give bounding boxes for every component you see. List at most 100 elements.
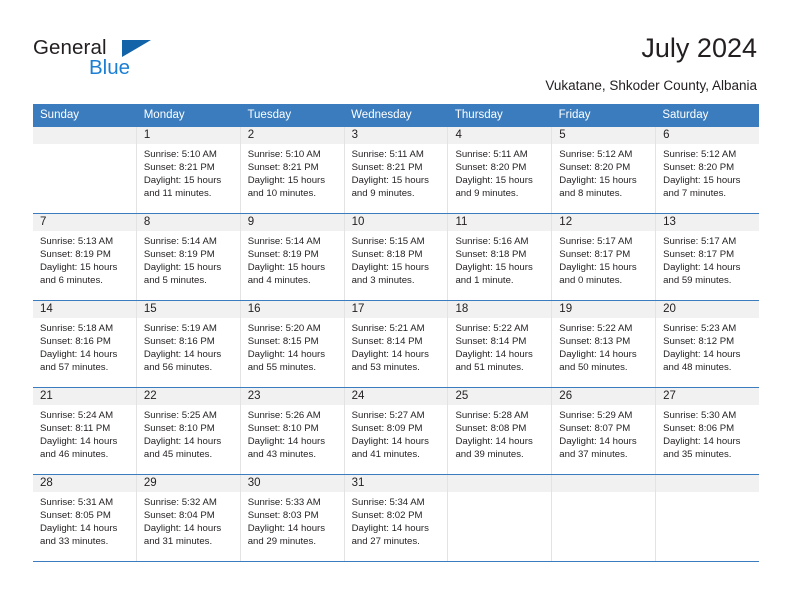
day-number: 16: [240, 301, 344, 318]
day-detail-line: Sunset: 8:17 PM: [663, 249, 735, 261]
day-number: 25: [448, 388, 552, 405]
day-detail-line: Sunrise: 5:31 AM: [40, 497, 114, 508]
calendar-day-cell-empty: [448, 475, 553, 561]
day-detail-line: Sunrise: 5:11 AM: [351, 149, 424, 160]
day-detail-line: Daylight: 15 hours: [247, 175, 326, 187]
day-detail-line: Sunrise: 5:14 AM: [247, 236, 321, 247]
day-details: Sunrise: 5:12 AM Sunset: 8:20 PM Daylight:…: [656, 144, 759, 200]
day-detail-line: and 0 minutes.: [559, 275, 623, 287]
weekday-header-tuesday: Tuesday: [247, 109, 292, 121]
day-number: 26: [552, 388, 656, 405]
logo-text-blue: Blue: [89, 56, 131, 79]
day-details: Sunrise: 5:17 AM Sunset: 8:17 PM Daylight:…: [552, 231, 655, 287]
calendar-day-cell[interactable]: 11 Sunrise: 5:16 AM Sunset: 8:18 PM Dayligh…: [448, 214, 553, 300]
blue-triangle-icon: [122, 40, 151, 57]
calendar-day-cell[interactable]: 4 Sunrise: 5:11 AM Sunset: 8:20 PM Daylight…: [448, 127, 553, 213]
day-details: Sunrise: 5:14 AM Sunset: 8:19 PM Daylight:…: [137, 231, 240, 287]
day-detail-line: Daylight: 15 hours: [40, 262, 118, 274]
day-details: Sunrise: 5:17 AM Sunset: 8:17 PM Daylight:…: [656, 231, 759, 287]
day-detail-line: Sunrise: 5:32 AM: [143, 497, 217, 508]
day-detail-line: Sunrise: 5:22 AM: [559, 323, 633, 334]
day-detail-line: Sunset: 8:14 PM: [455, 336, 527, 348]
day-detail-line: and 51 minutes.: [455, 362, 524, 374]
calendar-day-cell-empty: [552, 475, 657, 561]
calendar-day-cell[interactable]: 21 Sunrise: 5:24 AM Sunset: 8:11 PM Dayligh…: [33, 388, 137, 474]
calendar-day-cell[interactable]: 31 Sunrise: 5:34 AM Sunset: 8:02 PM Dayligh…: [344, 475, 449, 561]
calendar-day-cell[interactable]: 20 Sunrise: 5:23 AM Sunset: 8:12 PM Dayligh…: [656, 301, 760, 387]
day-detail-line: Sunset: 8:18 PM: [351, 249, 423, 261]
calendar-week-row: 7 Sunrise: 5:13 AM Sunset: 8:19 PM Daylight…: [33, 213, 760, 300]
day-detail-line: and 59 minutes.: [663, 275, 732, 287]
day-detail-line: Sunrise: 5:34 AM: [351, 497, 425, 508]
day-detail-line: Sunrise: 5:19 AM: [143, 323, 217, 334]
calendar-day-cell[interactable]: 15 Sunrise: 5:19 AM Sunset: 8:16 PM Dayligh…: [136, 301, 241, 387]
day-detail-line: Sunset: 8:19 PM: [247, 249, 319, 261]
day-detail-line: Sunset: 8:19 PM: [40, 249, 111, 261]
calendar-day-cell[interactable]: 1 Sunrise: 5:10 AM Sunset: 8:21 PM Daylight…: [136, 127, 241, 213]
day-detail-line: and 6 minutes.: [40, 275, 103, 287]
calendar-day-cell[interactable]: 7 Sunrise: 5:13 AM Sunset: 8:19 PM Daylight…: [33, 214, 137, 300]
page-title: July 2024: [641, 33, 757, 63]
day-detail-line: Daylight: 14 hours: [663, 349, 741, 361]
day-number: 8: [136, 214, 240, 231]
day-number: 27: [656, 388, 760, 405]
calendar-day-cell[interactable]: 5 Sunrise: 5:12 AM Sunset: 8:20 PM Daylight…: [552, 127, 657, 213]
calendar-day-cell[interactable]: 8 Sunrise: 5:14 AM Sunset: 8:19 PM Daylight…: [136, 214, 241, 300]
weekday-header-thursday: Thursday: [454, 109, 503, 121]
calendar-day-cell[interactable]: 10 Sunrise: 5:15 AM Sunset: 8:18 PM Dayligh…: [344, 214, 449, 300]
calendar-day-cell[interactable]: 17 Sunrise: 5:21 AM Sunset: 8:14 PM Dayligh…: [344, 301, 449, 387]
day-detail-line: Sunrise: 5:33 AM: [247, 497, 321, 508]
day-number: 2: [240, 127, 344, 144]
weekday-header-sunday: Sunday: [40, 109, 80, 121]
day-detail-line: Daylight: 15 hours: [143, 262, 222, 274]
calendar-day-cell[interactable]: 28 Sunrise: 5:31 AM Sunset: 8:05 PM Dayligh…: [33, 475, 137, 561]
calendar-day-cell[interactable]: 13 Sunrise: 5:17 AM Sunset: 8:17 PM Dayligh…: [656, 214, 760, 300]
calendar-day-cell[interactable]: 19 Sunrise: 5:22 AM Sunset: 8:13 PM Dayligh…: [552, 301, 657, 387]
day-detail-line: and 27 minutes.: [351, 536, 420, 548]
day-detail-line: Daylight: 14 hours: [559, 436, 637, 448]
day-number: 23: [240, 388, 344, 405]
calendar-day-cell[interactable]: 23 Sunrise: 5:26 AM Sunset: 8:10 PM Dayligh…: [240, 388, 345, 474]
calendar-day-cell[interactable]: 14 Sunrise: 5:18 AM Sunset: 8:16 PM Dayligh…: [33, 301, 137, 387]
general-blue-logo[interactable]: General Blue: [33, 36, 193, 84]
calendar-week-row: 28 Sunrise: 5:31 AM Sunset: 8:05 PM Dayligh…: [33, 474, 760, 562]
calendar-day-cell[interactable]: 29 Sunrise: 5:32 AM Sunset: 8:04 PM Dayligh…: [136, 475, 241, 561]
day-detail-line: and 35 minutes.: [663, 449, 732, 461]
day-number: [33, 127, 136, 144]
calendar-day-cell[interactable]: 24 Sunrise: 5:27 AM Sunset: 8:09 PM Dayligh…: [344, 388, 449, 474]
day-detail-line: Sunset: 8:15 PM: [247, 336, 319, 348]
day-detail-line: and 45 minutes.: [143, 449, 213, 461]
day-details: Sunrise: 5:32 AM Sunset: 8:04 PM Daylight:…: [137, 492, 240, 548]
day-detail-line: and 10 minutes.: [247, 188, 316, 200]
day-detail-line: Sunset: 8:07 PM: [559, 423, 631, 435]
calendar-day-cell[interactable]: 27 Sunrise: 5:30 AM Sunset: 8:06 PM Dayligh…: [656, 388, 760, 474]
day-detail-line: and 43 minutes.: [247, 449, 316, 461]
calendar-day-cell[interactable]: 6 Sunrise: 5:12 AM Sunset: 8:20 PM Daylight…: [656, 127, 760, 213]
calendar-day-cell[interactable]: 22 Sunrise: 5:25 AM Sunset: 8:10 PM Dayligh…: [136, 388, 241, 474]
calendar-day-cell[interactable]: 3 Sunrise: 5:11 AM Sunset: 8:21 PM Daylight…: [344, 127, 449, 213]
day-number: 4: [448, 127, 552, 144]
calendar-day-cell[interactable]: 26 Sunrise: 5:29 AM Sunset: 8:07 PM Dayligh…: [552, 388, 657, 474]
day-details: [552, 492, 655, 496]
calendar-day-cell[interactable]: 16 Sunrise: 5:20 AM Sunset: 8:15 PM Dayligh…: [240, 301, 345, 387]
day-detail-line: Daylight: 14 hours: [247, 349, 326, 361]
calendar-day-cell-empty: [656, 475, 760, 561]
calendar-day-cell[interactable]: 30 Sunrise: 5:33 AM Sunset: 8:03 PM Dayligh…: [240, 475, 345, 561]
day-detail-line: Sunset: 8:13 PM: [559, 336, 631, 348]
day-detail-line: Sunrise: 5:17 AM: [663, 236, 737, 247]
day-detail-line: Sunset: 8:10 PM: [247, 423, 319, 435]
day-detail-line: Sunrise: 5:28 AM: [455, 410, 529, 421]
calendar-day-cell[interactable]: 25 Sunrise: 5:28 AM Sunset: 8:08 PM Dayligh…: [448, 388, 553, 474]
calendar-day-cell[interactable]: 12 Sunrise: 5:17 AM Sunset: 8:17 PM Dayligh…: [552, 214, 657, 300]
day-number: 20: [656, 301, 760, 318]
page-header: General Blue July 2024 Vukatane, Shkoder…: [0, 0, 792, 100]
calendar-day-cell[interactable]: 9 Sunrise: 5:14 AM Sunset: 8:19 PM Daylight…: [240, 214, 345, 300]
day-number: 22: [136, 388, 240, 405]
calendar-day-cell[interactable]: 18 Sunrise: 5:22 AM Sunset: 8:14 PM Dayligh…: [448, 301, 553, 387]
day-details: Sunrise: 5:21 AM Sunset: 8:14 PM Daylight:…: [345, 318, 448, 374]
day-detail-line: Sunset: 8:19 PM: [143, 249, 215, 261]
calendar-day-cell[interactable]: 2 Sunrise: 5:10 AM Sunset: 8:21 PM Daylight…: [240, 127, 345, 213]
day-details: Sunrise: 5:25 AM Sunset: 8:10 PM Daylight:…: [137, 405, 240, 461]
day-detail-line: Sunset: 8:14 PM: [351, 336, 423, 348]
day-detail-line: Daylight: 14 hours: [455, 436, 533, 448]
